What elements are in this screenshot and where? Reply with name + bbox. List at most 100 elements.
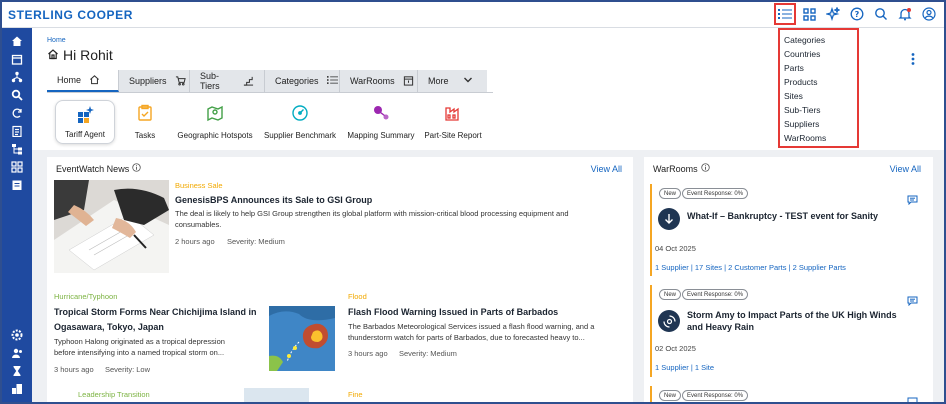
news-category: Business Sale [175,181,223,190]
news-headline[interactable]: Ogasawara, Tokyo, Japan [54,321,164,333]
news-description: consumables. [175,220,222,229]
tariff-agent-icon [75,105,95,127]
news-image-partial[interactable] [244,388,309,402]
tariff-agent-button[interactable]: Tariff Agent [55,100,115,144]
warroom-card[interactable]: New Event Response: 0% Storm Amy to Impa… [650,285,926,377]
dropdown-item-categories[interactable]: Categories [784,33,853,47]
news-panel-title: EventWatch News [56,163,141,174]
entity-dropdown-menu: Categories Countries Parts Products Site… [778,28,859,148]
new-badge: New [659,289,682,300]
hourglass-icon[interactable] [9,364,25,378]
info-icon[interactable] [132,163,141,174]
apps-icon[interactable] [9,160,25,174]
chat-icon[interactable] [907,293,918,311]
page-greeting: Hi Rohit [47,47,113,63]
warrooms-panel: WarRooms View All New Event Response: 0%… [644,157,933,402]
dropdown-item-countries[interactable]: Countries [784,47,853,61]
map-pin-icon [206,104,224,124]
supplier-benchmark-label: Supplier Benchmark [263,131,337,140]
dropdown-item-warrooms[interactable]: WarRooms [784,131,853,145]
svg-text:?: ? [855,10,860,19]
app-frame: STERLING COOPER ? Home Hi Rohit Home Sup… [0,0,946,404]
news-category: Leadership Transition [78,390,150,399]
more-options-icon[interactable] [910,52,916,71]
news-description: before intensifying into a named tropica… [54,348,225,357]
event-response-badge: Event Response: 0% [682,390,749,401]
users-icon[interactable] [9,346,25,360]
calendar-icon[interactable] [9,52,25,66]
search-rail-icon[interactable] [9,88,25,102]
calendar-alert-icon [403,75,414,88]
tab-sub-tiers[interactable]: Sub-Tiers [190,70,265,92]
news-headline[interactable]: Tropical Storm Forms Near Chichijima Isl… [54,306,257,318]
warroom-date: 04 Oct 2025 [655,244,696,253]
mapping-summary-button[interactable]: Mapping Summary [345,100,417,144]
tab-warrooms[interactable]: WarRooms [340,70,418,92]
bell-icon[interactable] [896,5,914,23]
help-icon[interactable]: ? [848,5,866,23]
tab-underline [47,92,493,93]
sparkle-icon[interactable] [824,5,842,23]
dropdown-item-products[interactable]: Products [784,75,853,89]
breadcrumb[interactable]: Home [47,37,66,44]
list-icon[interactable] [774,3,796,25]
tariff-agent-label: Tariff Agent [65,130,105,139]
news-headline[interactable]: Flash Flood Warning Issued in Parts of B… [348,306,558,318]
grid-icon[interactable] [800,5,818,23]
refresh-icon[interactable] [9,106,25,120]
chat-icon[interactable] [907,394,918,402]
tab-label: More [428,76,449,86]
news-time: 2 hours ago [175,237,215,246]
tasks-button[interactable]: Tasks [125,100,165,144]
search-icon[interactable] [872,5,890,23]
tab-suppliers[interactable]: Suppliers [119,70,190,92]
dropdown-item-sub-tiers[interactable]: Sub-Tiers [784,103,853,117]
tab-label: WarRooms [350,76,395,86]
news-image-contract[interactable] [54,180,169,273]
geographic-hotspots-label: Geographic Hotspots [177,131,253,140]
user-icon[interactable] [920,5,938,23]
warrooms-panel-title: WarRooms [653,163,710,174]
warroom-links[interactable]: 1 Supplier | 17 Sites | 2 Customer Parts… [655,263,846,272]
supplier-benchmark-button[interactable]: Supplier Benchmark [261,100,339,144]
top-icons: ? [774,3,938,25]
news-image-storm-map[interactable] [269,306,335,371]
part-site-report-label: Part-Site Report [424,131,482,140]
news-severity: Severity: Low [105,365,151,374]
warroom-card[interactable]: New Event Response: 0% What-If – Bankrup… [650,184,926,276]
news-view-all-link[interactable]: View All [591,164,622,174]
chat-icon[interactable] [907,192,918,210]
tab-home[interactable]: Home [47,70,119,92]
geographic-hotspots-button[interactable]: Geographic Hotspots [174,100,256,144]
tab-categories[interactable]: Categories [265,70,340,92]
dropdown-item-suppliers[interactable]: Suppliers [784,117,853,131]
report-icon[interactable] [9,178,25,192]
warroom-title[interactable]: What-If – Bankruptcy - TEST event for Sa… [687,211,878,222]
tab-bar: Home Suppliers Sub-Tiers Categories WarR… [47,70,487,92]
network-icon[interactable] [9,70,25,84]
part-site-report-button[interactable]: Part-Site Report [422,100,484,144]
warrooms-view-all-link[interactable]: View All [890,164,921,174]
news-description: Typhoon Halong originated as a tropical … [54,337,225,346]
settings-icon[interactable] [9,328,25,342]
clipboard-icon[interactable] [9,124,25,138]
news-title-text: EventWatch News [56,163,130,174]
news-headline[interactable]: GenesisBPS Announces its Sale to GSI Gro… [175,194,372,206]
hierarchy-icon[interactable] [9,142,25,156]
news-time: 3 hours ago [348,349,388,358]
home-icon[interactable] [9,34,25,48]
warroom-links[interactable]: 1 Supplier | 1 Site [655,363,714,372]
dropdown-item-parts[interactable]: Parts [784,61,853,75]
warroom-title[interactable]: and Heavy Rain [687,322,754,333]
warroom-card[interactable]: New Event Response: 0% [650,386,926,402]
brand-logo[interactable]: STERLING COOPER [8,8,133,22]
warroom-title[interactable]: Storm Amy to Impact Parts of the UK High… [687,310,897,321]
event-response-badge: Event Response: 0% [682,289,749,300]
top-bar: STERLING COOPER ? [2,2,944,28]
news-severity: Severity: Medium [399,349,457,358]
info-icon[interactable] [700,163,710,174]
dropdown-item-sites[interactable]: Sites [784,89,853,103]
tab-more[interactable]: More [418,70,487,92]
news-description: The deal is likely to help GSI Group str… [175,209,569,218]
building-icon[interactable] [9,382,25,396]
